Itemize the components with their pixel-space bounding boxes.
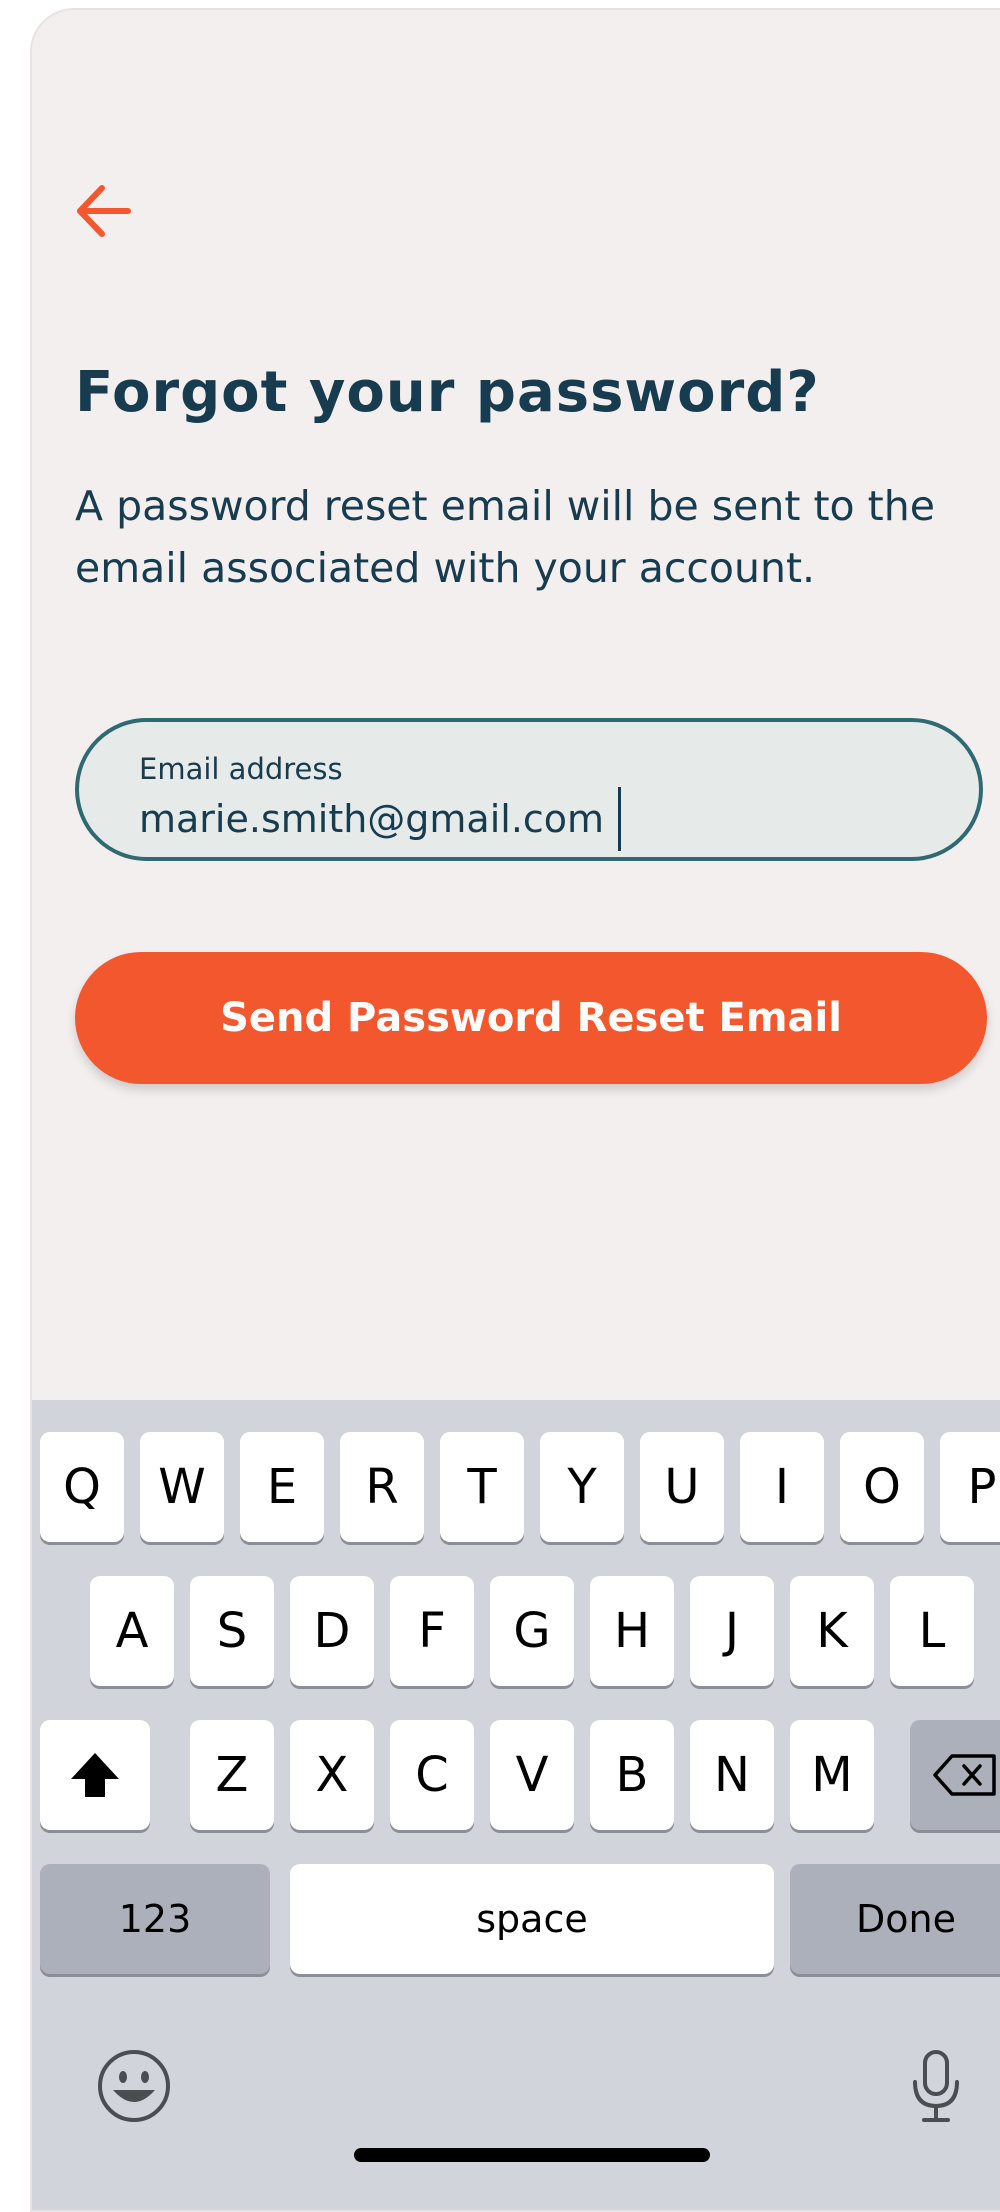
arrow-left-icon <box>77 185 131 237</box>
onscreen-keyboard: Q W E R T Y U I O P A S D F G H J K L Z … <box>32 1400 1000 2210</box>
key-m[interactable]: M <box>790 1720 874 1830</box>
app-screen: Forgot your password? A password reset e… <box>30 8 1000 2212</box>
email-field-label: Email address <box>139 752 343 786</box>
key-q[interactable]: Q <box>40 1432 124 1542</box>
numbers-key[interactable]: 123 <box>40 1864 270 1974</box>
key-v[interactable]: V <box>490 1720 574 1830</box>
key-j[interactable]: J <box>690 1576 774 1686</box>
key-f[interactable]: F <box>390 1576 474 1686</box>
page-description: A password reset email will be sent to t… <box>75 482 935 592</box>
page-title: Forgot your password? <box>75 360 820 425</box>
key-n[interactable]: N <box>690 1720 774 1830</box>
key-a[interactable]: A <box>90 1576 174 1686</box>
send-reset-email-button[interactable]: Send Password Reset Email <box>75 952 987 1084</box>
key-i[interactable]: I <box>740 1432 824 1542</box>
space-key[interactable]: space <box>290 1864 774 1974</box>
emoji-button[interactable] <box>96 2048 172 2124</box>
text-cursor <box>618 787 622 851</box>
back-button[interactable] <box>68 176 138 246</box>
shift-icon <box>71 1753 119 1797</box>
key-z[interactable]: Z <box>190 1720 274 1830</box>
key-w[interactable]: W <box>140 1432 224 1542</box>
key-g[interactable]: G <box>490 1576 574 1686</box>
send-reset-email-label: Send Password Reset Email <box>220 995 842 1041</box>
key-p[interactable]: P <box>940 1432 1000 1542</box>
key-r[interactable]: R <box>340 1432 424 1542</box>
key-b[interactable]: B <box>590 1720 674 1830</box>
shift-key[interactable] <box>40 1720 150 1830</box>
microphone-icon <box>913 2050 959 2122</box>
backspace-icon <box>933 1754 996 1796</box>
email-field-value[interactable]: marie.smith@gmail.com <box>139 797 604 841</box>
dictation-button[interactable] <box>906 2048 966 2124</box>
key-d[interactable]: D <box>290 1576 374 1686</box>
key-o[interactable]: O <box>840 1432 924 1542</box>
key-s[interactable]: S <box>190 1576 274 1686</box>
key-k[interactable]: K <box>790 1576 874 1686</box>
home-indicator <box>354 2148 710 2162</box>
key-c[interactable]: C <box>390 1720 474 1830</box>
backspace-key[interactable] <box>910 1720 1000 1830</box>
email-field[interactable]: Email address marie.smith@gmail.com <box>75 718 983 861</box>
key-u[interactable]: U <box>640 1432 724 1542</box>
key-l[interactable]: L <box>890 1576 974 1686</box>
key-e[interactable]: E <box>240 1432 324 1542</box>
emoji-icon <box>98 2050 170 2122</box>
key-t[interactable]: T <box>440 1432 524 1542</box>
done-key[interactable]: Done <box>790 1864 1000 1974</box>
key-h[interactable]: H <box>590 1576 674 1686</box>
key-x[interactable]: X <box>290 1720 374 1830</box>
key-y[interactable]: Y <box>540 1432 624 1542</box>
